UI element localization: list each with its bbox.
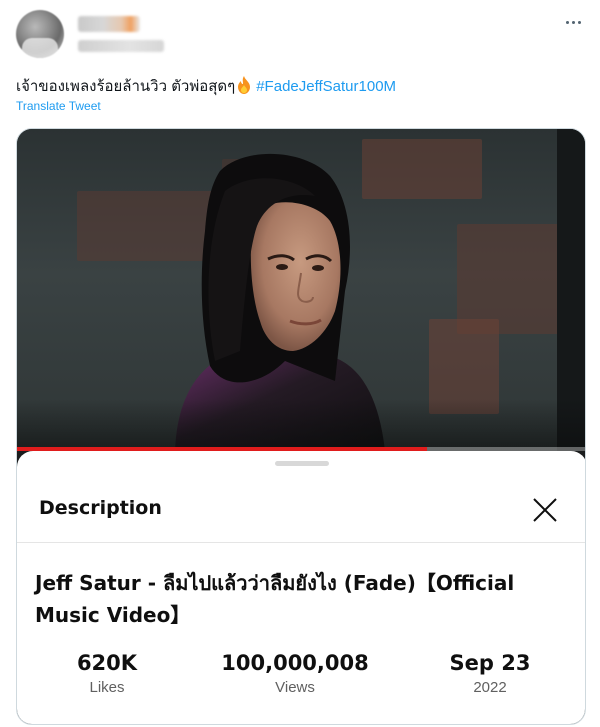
- sheet-drag-handle[interactable]: [275, 461, 329, 466]
- video-thumbnail[interactable]: [17, 129, 585, 451]
- divider: [17, 542, 585, 543]
- stat-value: 100,000,008: [221, 651, 369, 675]
- stat-label: Views: [275, 679, 315, 696]
- stat-label: 2022: [473, 679, 507, 696]
- translate-tweet-link[interactable]: Translate Tweet: [16, 99, 101, 113]
- description-sheet: Description Jeff Satur - ลืมไปแล้วว่าลืม…: [17, 451, 585, 724]
- stat-value: 620K: [76, 651, 138, 675]
- hashtag-link[interactable]: #FadeJeffSatur100M: [256, 78, 396, 95]
- more-icon[interactable]: [562, 12, 584, 32]
- close-icon[interactable]: [530, 495, 560, 525]
- stat-views: 100,000,008 Views: [205, 651, 385, 696]
- stat-value: Sep 23: [449, 651, 531, 675]
- media-card[interactable]: Description Jeff Satur - ลืมไปแล้วว่าลืม…: [16, 128, 586, 725]
- video-title: Jeff Satur - ลืมไปแล้วว่าลืมยังไง (Fade)…: [35, 571, 515, 627]
- fire-emoji-icon: [238, 76, 251, 94]
- stat-likes: 620K Likes: [57, 651, 157, 696]
- video-stats: 620K Likes 100,000,008 Views Sep 23 2022: [17, 651, 585, 711]
- tweet-text: เจ้าของเพลงร้อยล้านวิว ตัวพ่อสุดๆ #FadeJe…: [16, 76, 396, 97]
- tweet-text-thai: เจ้าของเพลงร้อยล้านวิว ตัวพ่อสุดๆ: [16, 78, 236, 95]
- stat-label: Likes: [89, 679, 125, 696]
- username-blurred[interactable]: [78, 40, 164, 52]
- stat-date: Sep 23 2022: [435, 651, 545, 696]
- display-name-blurred[interactable]: [78, 16, 140, 32]
- avatar[interactable]: [16, 10, 64, 58]
- tweet: เจ้าของเพลงร้อยล้านวิว ตัวพ่อสุดๆ #FadeJe…: [0, 0, 600, 727]
- sheet-title: Description: [39, 497, 162, 519]
